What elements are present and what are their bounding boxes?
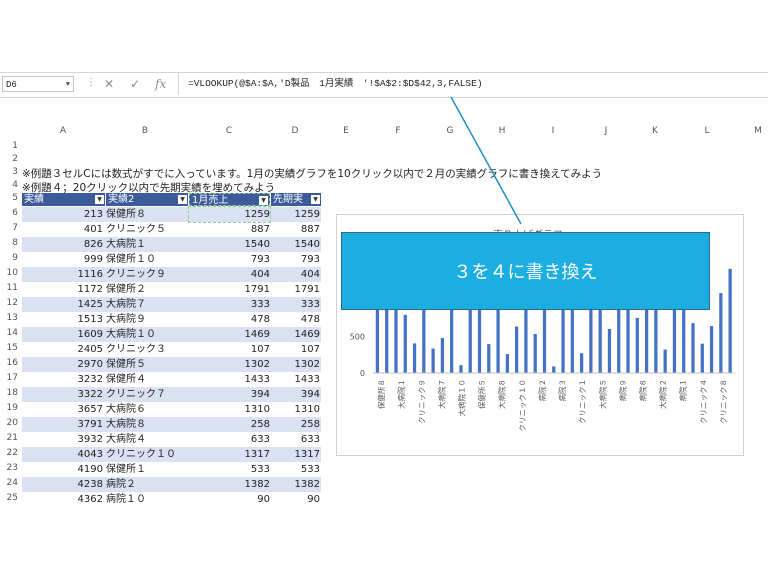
callout-line	[450, 96, 522, 225]
callout-text: ３を４に書き換え	[453, 262, 598, 283]
callout-box: ３を４に書き換え	[341, 232, 710, 310]
